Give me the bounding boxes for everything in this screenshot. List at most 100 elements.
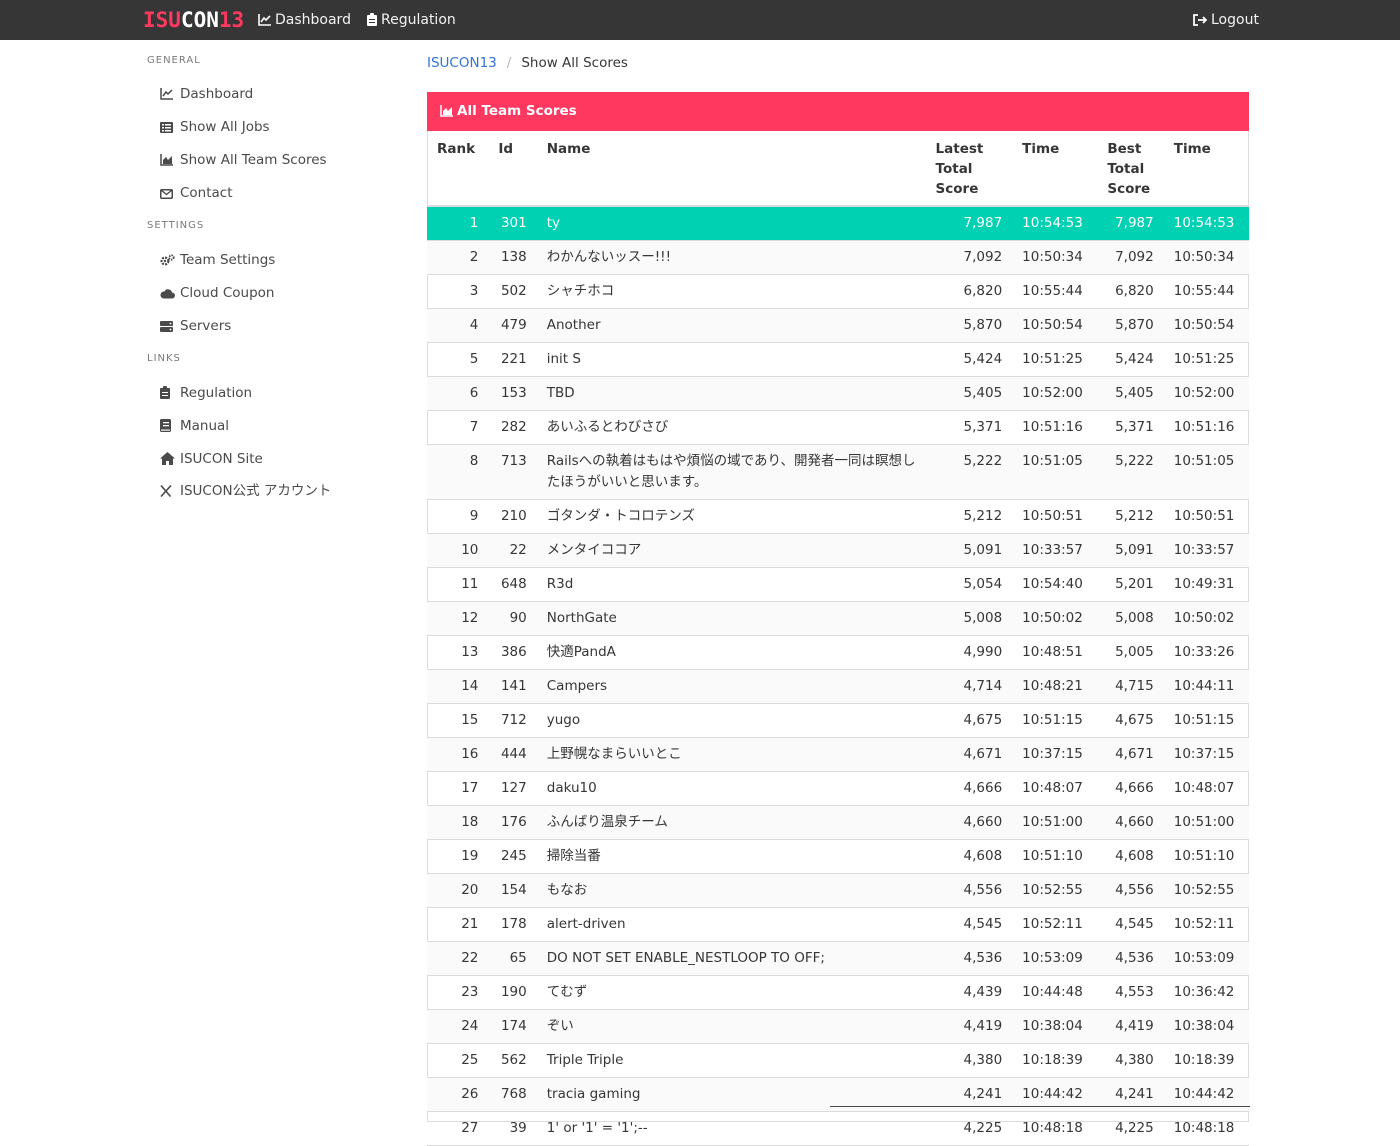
- cell-latest-time: 10:51:10: [1012, 839, 1098, 874]
- sidebar-item-cloud-coupon[interactable]: Cloud Coupon: [160, 284, 274, 304]
- cell-rank: 20: [427, 873, 489, 908]
- chart-line-icon: [258, 14, 271, 26]
- table-row: 12 90 NorthGate 5,008 10:50:02 5,008 10:50:02: [427, 601, 1249, 636]
- sidebar-item-contact[interactable]: Contact: [160, 184, 233, 204]
- cell-best-time: 10:33:57: [1163, 533, 1249, 568]
- cell-name: ぞい: [536, 1009, 926, 1044]
- sidebar-item-isucon-site[interactable]: ISUCON Site: [160, 450, 263, 470]
- cell-best-score: 6,820: [1097, 274, 1164, 309]
- table-row: 16 444 上野幌なまらいいとこ 4,671 10:37:15 4,671 10:37:1…: [427, 737, 1249, 772]
- cell-id: 154: [488, 873, 537, 908]
- cell-rank: 16: [427, 737, 489, 772]
- cell-id: 221: [488, 342, 537, 377]
- scores-table: Rank Id Name Latest Total Score Time Best…: [427, 131, 1249, 1146]
- cell-name: Another: [536, 308, 926, 343]
- cell-rank: 27: [427, 1111, 489, 1146]
- cell-id: 282: [488, 410, 537, 445]
- chart-area-icon: [160, 153, 174, 171]
- sidebar-item-regulation[interactable]: Regulation: [160, 384, 252, 404]
- table-row: 22 65 DO NOT SET ENABLE_NESTLOOP TO OFF; 4,…: [427, 941, 1249, 976]
- cell-name: 上野幌なまらいいとこ: [536, 737, 926, 772]
- cell-best-time: 10:36:42: [1163, 975, 1249, 1010]
- top-navbar: ISUCON13 Dashboard Regulation Logout: [0, 0, 1400, 40]
- cell-latest-score: 4,439: [925, 975, 1013, 1010]
- breadcrumb: ISUCON13 / Show All Scores: [427, 54, 628, 72]
- cell-latest-time: 10:50:51: [1012, 499, 1098, 534]
- cell-latest-time: 10:51:00: [1012, 805, 1098, 840]
- breadcrumb-root-link[interactable]: ISUCON13: [427, 55, 497, 71]
- nav-dashboard-link[interactable]: Dashboard: [258, 0, 351, 40]
- cell-latest-score: 4,666: [925, 771, 1013, 806]
- cell-name: わかんないッスー!!!: [536, 240, 926, 275]
- cell-rank: 4: [427, 308, 489, 343]
- cell-id: 648: [488, 567, 537, 602]
- cell-name: Campers: [536, 669, 926, 704]
- table-row: 27 39 1' or '1' = '1';-- 4,225 10:48:18 4,225…: [427, 1111, 1249, 1146]
- logout-link[interactable]: Logout: [1193, 0, 1259, 40]
- header-latest-time[interactable]: Time: [1012, 131, 1098, 207]
- cell-name: もなお: [536, 873, 926, 908]
- header-best-time[interactable]: Time: [1163, 131, 1249, 207]
- sidebar-item-team-settings[interactable]: Team Settings: [160, 251, 275, 271]
- header-latest-total-score[interactable]: Latest Total Score: [925, 131, 1013, 207]
- scrollbar-edge: [830, 1106, 1250, 1107]
- sidebar-item-dashboard[interactable]: Dashboard: [160, 85, 253, 105]
- cell-best-time: 10:38:04: [1163, 1009, 1249, 1044]
- nav-regulation-link[interactable]: Regulation: [367, 0, 456, 40]
- sidebar-item-isucon-x-account[interactable]: ISUCON公式 アカウント: [160, 482, 331, 502]
- cogs-icon: [160, 253, 175, 271]
- sidebar-item-show-all-jobs[interactable]: Show All Jobs: [160, 118, 270, 138]
- clipboard-icon: [367, 13, 377, 26]
- cell-best-score: 5,371: [1097, 410, 1164, 445]
- cell-id: 245: [488, 839, 537, 874]
- sidebar-item-show-all-team-scores[interactable]: Show All Team Scores: [160, 151, 327, 171]
- cell-id: 178: [488, 907, 537, 942]
- header-id[interactable]: Id: [488, 131, 537, 207]
- sidebar-item-manual[interactable]: Manual: [160, 417, 229, 437]
- cell-rank: 17: [427, 771, 489, 806]
- sign-out-icon: [1193, 14, 1208, 26]
- cell-best-time: 10:52:00: [1163, 376, 1249, 411]
- cell-best-time: 10:51:16: [1163, 410, 1249, 445]
- cell-rank: 1: [427, 206, 489, 241]
- table-row: 2 138 わかんないッスー!!! 7,092 10:50:34 7,092 10:50:3…: [427, 240, 1249, 275]
- cell-best-time: 10:49:31: [1163, 567, 1249, 602]
- cell-id: 190: [488, 975, 537, 1010]
- cell-latest-time: 10:53:09: [1012, 941, 1098, 976]
- cell-best-score: 5,870: [1097, 308, 1164, 343]
- isucon13-logo[interactable]: ISUCON13: [143, 8, 244, 32]
- cell-best-score: 4,553: [1097, 975, 1164, 1010]
- cell-latest-time: 10:51:15: [1012, 703, 1098, 738]
- cell-name: 1' or '1' = '1';--: [536, 1111, 926, 1146]
- cell-latest-time: 10:54:53: [1012, 206, 1098, 241]
- header-name[interactable]: Name: [536, 131, 926, 207]
- cell-name: DO NOT SET ENABLE_NESTLOOP TO OFF;: [536, 941, 926, 976]
- breadcrumb-separator: /: [506, 55, 512, 71]
- cell-latest-score: 4,990: [925, 635, 1013, 670]
- cell-latest-score: 4,675: [925, 703, 1013, 738]
- cell-name: 掃除当番: [536, 839, 926, 874]
- cell-name: 快適PandA: [536, 635, 926, 670]
- header-rank[interactable]: Rank: [427, 131, 489, 207]
- cell-name: ふんばり温泉チーム: [536, 805, 926, 840]
- cell-best-time: 10:48:07: [1163, 771, 1249, 806]
- table-row: 20 154 もなお 4,556 10:52:55 4,556 10:52:55: [427, 873, 1249, 908]
- sidebar-item-servers[interactable]: Servers: [160, 317, 231, 337]
- header-best-total-score[interactable]: Best Total Score: [1097, 131, 1164, 207]
- cell-best-score: 5,201: [1097, 567, 1164, 602]
- table-row: 3 502 シャチホコ 6,820 10:55:44 6,820 10:55:44: [427, 274, 1249, 309]
- cell-id: 22: [488, 533, 537, 568]
- cell-best-time: 10:18:39: [1163, 1043, 1249, 1078]
- table-row: 6 153 TBD 5,405 10:52:00 5,405 10:52:00: [427, 376, 1249, 411]
- cell-latest-time: 10:38:04: [1012, 1009, 1098, 1044]
- cell-rank: 22: [427, 941, 489, 976]
- cell-id: 502: [488, 274, 537, 309]
- cell-rank: 24: [427, 1009, 489, 1044]
- cell-latest-score: 5,212: [925, 499, 1013, 534]
- cell-name: Railsへの執着はもはや煩悩の域であり、開発者一同は瞑想したほうがいいと思いま…: [536, 444, 926, 500]
- cell-name: てむず: [536, 975, 926, 1010]
- cell-name: ゴタンダ・トコロテンズ: [536, 499, 926, 534]
- cell-best-score: 4,545: [1097, 907, 1164, 942]
- server-icon: [160, 319, 174, 337]
- cell-name: NorthGate: [536, 601, 926, 636]
